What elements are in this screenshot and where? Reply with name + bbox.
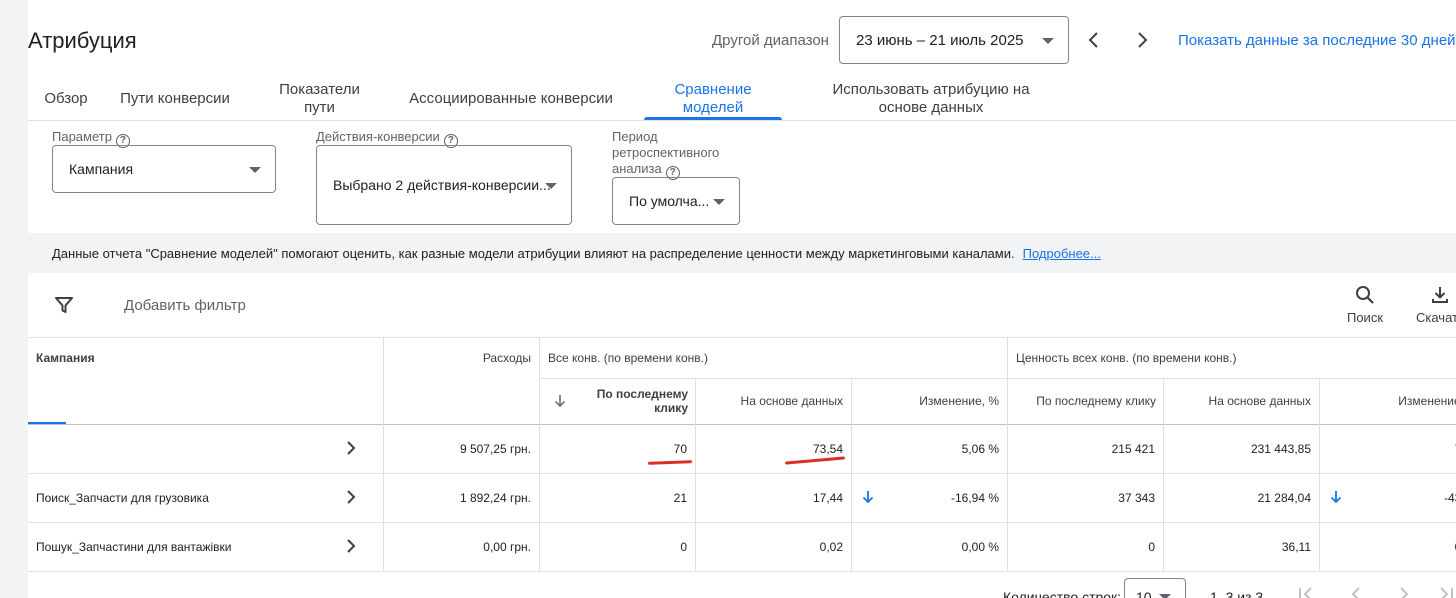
first-page-icon[interactable] <box>1296 584 1316 598</box>
caret-down-icon <box>249 167 261 173</box>
cell-cost: 0,00 грн. <box>483 540 531 554</box>
value-change-header[interactable]: Изменение, % <box>1328 394 1456 408</box>
cell-change: 0,00 % <box>961 540 999 554</box>
download-button[interactable]: Скачать <box>1412 284 1456 325</box>
cell-value-change: 0,00 <box>1328 540 1456 554</box>
caret-down-icon <box>545 183 557 189</box>
tabs-divider <box>28 120 1456 121</box>
cell-value-data-driven: 36,11 <box>1281 540 1311 554</box>
learn-more-link[interactable]: Подробнее... <box>1023 246 1101 261</box>
cell-value-last-click: 0 <box>1148 540 1155 554</box>
cell-change: -16,94 % <box>950 491 999 505</box>
tab-conversion-paths[interactable]: Пути конверсии <box>120 78 230 120</box>
param-value: Кампания <box>69 161 134 177</box>
tab-path-metrics[interactable]: Показатели пути <box>262 78 377 120</box>
rows-per-page-label: Количество строк: <box>1003 589 1122 598</box>
chevron-right-icon <box>1138 32 1148 48</box>
date-range-label: Другой диапазон <box>712 32 829 49</box>
tab-model-comparison[interactable]: Сравнение моделей <box>644 78 782 120</box>
cell-data-driven: 73,54 <box>812 442 843 456</box>
cell-value-change: -43,00 <box>1443 491 1456 505</box>
rows-per-page-value: 10 <box>1136 589 1152 598</box>
sub-data-driven-header[interactable]: На основе данных <box>696 394 843 408</box>
caret-down-icon <box>1042 38 1054 44</box>
search-icon <box>1356 286 1374 304</box>
cell-value-change: 7,44 <box>1328 442 1456 456</box>
info-text: Данные отчета "Сравнение моделей" помога… <box>52 245 1015 261</box>
filter-icon[interactable] <box>54 295 74 315</box>
pagination-range: 1–3 из 3 <box>1210 589 1264 598</box>
red-underline-mark <box>647 460 693 465</box>
group-value-header: Ценность всех конв. (по времени конв.) <box>1016 351 1237 365</box>
sub-change-header[interactable]: Изменение, % <box>852 394 999 408</box>
last-page-icon[interactable] <box>1436 584 1456 598</box>
next-page-icon[interactable] <box>1394 584 1414 598</box>
cell-value-data-driven: 21 284,04 <box>1257 491 1311 505</box>
date-range-value: 23 июнь – 21 июль 2025 <box>856 31 1024 49</box>
caret-down-icon <box>713 199 725 205</box>
group-conversions-header: Все конв. (по времени конв.) <box>548 351 708 365</box>
next-period-button[interactable] <box>1130 26 1154 54</box>
cell-cost: 1 892,24 грн. <box>459 491 531 505</box>
cell-cost: 9 507,25 грн. <box>459 442 531 456</box>
tab-use-data-driven[interactable]: Использовать атрибуцию на основе данных <box>828 78 1034 120</box>
search-label: Поиск <box>1346 310 1384 325</box>
actions-select[interactable]: Выбрано 2 действия-конверсии... <box>316 145 572 225</box>
search-button[interactable]: Поиск <box>1342 284 1388 325</box>
chevron-right-icon[interactable] <box>345 440 357 456</box>
col-campaign-header[interactable]: Кампания <box>36 351 95 365</box>
left-gutter <box>0 0 28 598</box>
last-30-days-link[interactable]: Показать данные за последние 30 дней <box>1178 32 1456 49</box>
value-data-driven-header[interactable]: На основе данных <box>1164 394 1311 408</box>
download-icon <box>1432 287 1448 303</box>
cell-data-driven: 17,44 <box>812 491 843 505</box>
tab-overview[interactable]: Обзор <box>44 78 88 120</box>
cell-value-last-click: 215 421 <box>1111 442 1155 456</box>
prev-page-icon[interactable] <box>1346 584 1366 598</box>
previous-period-button[interactable] <box>1082 26 1106 54</box>
period-value: По умолча... <box>629 193 710 209</box>
caret-down-icon <box>1159 594 1171 598</box>
cell-value-last-click: 37 343 <box>1118 491 1155 505</box>
cell-campaign[interactable]: Поиск_Запчасти для грузовика <box>36 491 209 505</box>
rows-per-page-select[interactable]: 10 <box>1124 578 1186 598</box>
chevron-right-icon[interactable] <box>345 538 357 554</box>
chevron-left-icon <box>1088 32 1098 48</box>
cell-last-click: 21 <box>673 491 687 505</box>
red-underline-mark <box>784 456 846 465</box>
arrow-down-icon[interactable] <box>554 394 566 408</box>
cell-campaign[interactable]: Пошук_Запчастини для вантажівки <box>36 540 232 554</box>
cell-last-click: 70 <box>673 442 687 456</box>
value-last-click-header[interactable]: По последнему клику <box>1008 394 1156 408</box>
actions-value: Выбрано 2 действия-конверсии... <box>333 177 551 193</box>
page-title: Атрибуция <box>28 28 137 53</box>
sort-indicator <box>28 422 66 424</box>
col-cost-header[interactable]: Расходы <box>384 351 531 365</box>
add-filter-button[interactable]: Добавить фильтр <box>124 297 246 314</box>
sub-last-click-header[interactable]: По последнему клику <box>588 387 688 415</box>
cell-value-data-driven: 231 443,85 <box>1250 442 1311 456</box>
info-banner: Данные отчета "Сравнение моделей" помога… <box>28 233 1456 273</box>
period-label: Период ретроспективного анализа? <box>612 129 720 180</box>
cell-last-click: 0 <box>680 540 687 554</box>
period-select[interactable]: По умолча... <box>612 177 740 225</box>
cell-change: 5,06 % <box>961 442 999 456</box>
report-tabs: Обзор Пути конверсии Показатели пути Асс… <box>28 78 1456 120</box>
chevron-right-icon[interactable] <box>345 489 357 505</box>
tab-assisted-conversions[interactable]: Ассоциированные конверсии <box>409 78 613 120</box>
param-select[interactable]: Кампания <box>52 145 276 193</box>
date-range-select[interactable]: 23 июнь – 21 июль 2025 <box>839 16 1069 64</box>
download-label: Скачать <box>1416 310 1456 325</box>
cell-data-driven: 0,02 <box>819 540 843 554</box>
